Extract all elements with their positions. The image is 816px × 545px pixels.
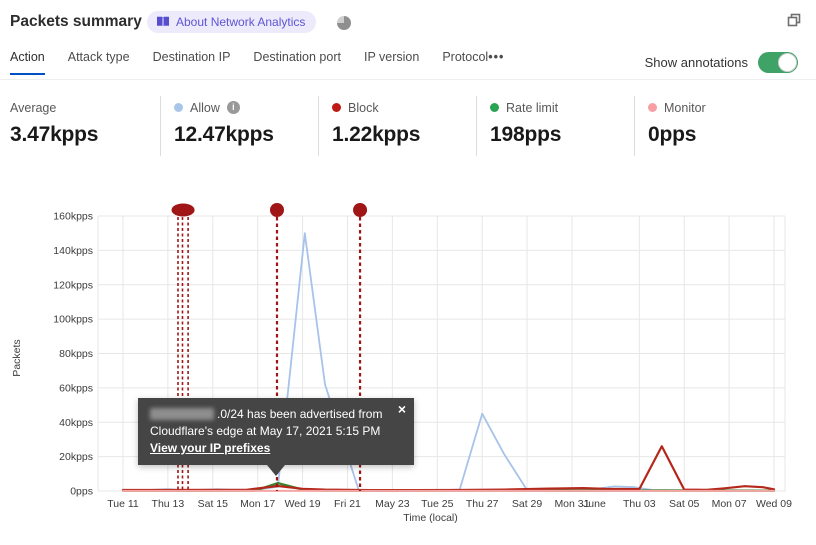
month-label: June [583,498,606,510]
y-tick-label: 140kpps [53,245,93,257]
x-tick-label: Wed 09 [756,498,792,510]
legend-dot-monitor [648,103,657,112]
x-tick-label: Sat 29 [512,498,543,510]
x-tick-label: Mon 17 [240,498,275,510]
ip-prefixes-link[interactable]: View your IP prefixes [150,440,270,457]
tooltip-line-2: Cloudflare's edge at May 17, 2021 5:15 P… [150,423,381,438]
x-tick-label: Fri 21 [334,498,361,510]
y-tick-label: 60kpps [59,382,93,394]
stats-row: Average 3.47kpps Allow i 12.47kpps Block… [0,96,792,156]
x-tick-label: Tue 25 [421,498,453,510]
stat-label: Monitor [664,100,706,115]
annotation-tooltip: × .0/24 has been advertised from Cloudfl… [138,398,414,476]
y-tick-label: 20kpps [59,451,93,463]
info-icon[interactable]: i [226,101,240,114]
x-tick-label: Sat 15 [198,498,229,510]
stat-monitor: Monitor 0pps [634,96,792,156]
x-tick-label: Thu 13 [152,498,185,510]
y-tick-label: 80kpps [59,348,93,360]
y-tick-label: 0pps [70,486,93,498]
annotations-control: Show annotations [645,52,816,73]
chart-canvas: 0pps 20kpps 40kpps 60kpps 80kpps 100kpps 120kp… [11,203,792,524]
about-badge[interactable]: About Network Analytics [147,11,317,33]
legend-dot-block [332,103,341,112]
annotation-marker-pill[interactable] [171,203,195,217]
tab-protocol[interactable]: Protocol [442,50,488,75]
x-tick-label: Wed 19 [285,498,321,510]
tab-bar: Action Attack type Destination IP Destinati… [0,50,816,80]
legend-dot-allow [174,103,183,112]
y-tick-label: 40kpps [59,417,93,429]
pie-progress-icon [337,16,351,30]
tab-action[interactable]: Action [10,50,45,75]
toggle-knob [778,53,797,72]
popout-icon[interactable] [786,12,802,28]
tab-destination-ip[interactable]: Destination IP [153,50,231,75]
header: Packets summary About Network Analytics [0,0,816,46]
annotations-toggle[interactable] [758,52,798,73]
stat-rate-limit: Rate limit 198pps [476,96,634,156]
stat-label: Rate limit [506,100,559,115]
tab-destination-port[interactable]: Destination port [253,50,341,75]
stat-label: Allow [190,100,220,115]
tab-more[interactable]: ••• [488,50,504,73]
book-icon [157,16,169,27]
y-tick-label: 100kpps [53,314,93,326]
about-badge-label: About Network Analytics [176,15,306,29]
stat-block: Block 1.22kpps [318,96,476,156]
stat-label: Average [10,100,57,115]
tab-ip-version[interactable]: IP version [364,50,419,75]
stat-value: 198pps [490,123,562,146]
tab-attack-type[interactable]: Attack type [68,50,130,75]
show-annotations-label: Show annotations [644,55,748,70]
redacted-ip-prefix [150,408,214,420]
x-tick-label: Mon 07 [712,498,747,510]
annotation-marker-dot[interactable] [353,203,368,217]
tooltip-close-icon[interactable]: × [398,401,406,418]
stat-value: 0pps [648,123,697,146]
stat-value: 3.47kpps [10,123,99,146]
x-tick-label: Sat 05 [669,498,700,510]
stat-allow: Allow i 12.47kpps [160,96,318,156]
stat-value: 1.22kpps [332,123,421,146]
legend-dot-rate-limit [490,103,499,112]
y-axis-label: Packets [11,339,23,376]
stat-value: 12.47kpps [174,123,274,146]
tabs: Action Attack type Destination IP Destinati… [10,50,488,75]
x-tick-label: Tue 11 [107,498,139,510]
app-root: Packets summary About Network Analytics … [0,0,816,545]
y-tick-label: 120kpps [53,279,93,291]
ellipsis-icon: ••• [488,50,505,64]
x-axis-label: Time (local) [403,512,457,524]
x-tick-label: Thu 27 [466,498,499,510]
tooltip-caret [267,464,285,476]
stat-average: Average 3.47kpps [0,96,160,156]
x-tick-label: Thu 03 [623,498,656,510]
annotation-marker-dot[interactable] [269,203,284,217]
y-tick-label: 160kpps [53,211,93,223]
page-title: Packets summary [10,13,142,30]
packets-chart: 0pps 20kpps 40kpps 60kpps 80kpps 100kpps 120kp… [0,190,816,545]
x-tick-label: May 23 [375,498,410,510]
stat-label: Block [348,100,379,115]
tooltip-line-1: .0/24 has been advertised from [150,406,388,423]
